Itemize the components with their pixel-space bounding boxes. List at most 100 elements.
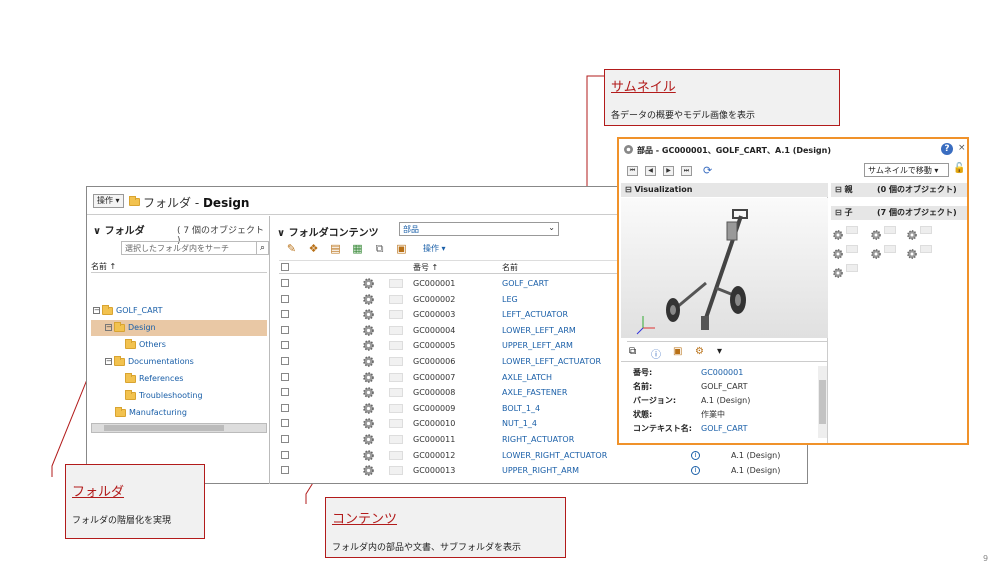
row-name-link[interactable]: LEG [502, 292, 518, 307]
previous-icon[interactable]: ◀ [645, 166, 656, 176]
row-checkbox[interactable] [281, 294, 289, 303]
row-checkbox[interactable] [281, 403, 289, 412]
horizontal-scrollbar[interactable] [91, 423, 267, 433]
row-checkbox[interactable] [281, 325, 289, 334]
part-thumbnail[interactable] [389, 450, 403, 460]
row-name-link[interactable]: GOLF_CART [502, 276, 548, 291]
row-name-link[interactable]: RIGHT_ACTUATOR [502, 432, 574, 447]
scrollbar-thumb[interactable] [104, 425, 224, 431]
info-icon[interactable]: ⓘ [651, 346, 661, 361]
row-name-link[interactable]: LOWER_RIGHT_ACTUATOR [502, 448, 607, 463]
row-name-link[interactable]: UPPER_LEFT_ARM [502, 338, 573, 353]
folder-search-input[interactable]: 選択したフォルダ内をサーチ [121, 241, 257, 255]
part-thumbnail[interactable] [389, 325, 403, 335]
part-thumbnail[interactable] [389, 294, 403, 304]
row-name-link[interactable]: LOWER_LEFT_ACTUATOR [502, 354, 601, 369]
row-name-link[interactable]: AXLE_LATCH [502, 370, 552, 385]
collapse-icon[interactable]: − [105, 324, 112, 331]
child-part-thumbnail[interactable] [884, 245, 896, 253]
operations-button[interactable]: 操作 ▾ [93, 194, 124, 208]
child-part-icon[interactable] [907, 225, 917, 240]
tree-item-others[interactable]: Others [125, 337, 166, 353]
child-part-icon[interactable] [871, 244, 881, 259]
part-thumbnail[interactable] [389, 279, 403, 288]
row-name-link[interactable]: LEFT_ACTUATOR [502, 307, 568, 322]
tree-item-documentations[interactable]: − Documentations [105, 354, 194, 370]
last-icon[interactable]: ⏭ [681, 166, 692, 176]
search-icon[interactable]: ⌕ [256, 241, 269, 255]
row-name-link[interactable]: UPPER_RIGHT_ARM [502, 463, 579, 478]
part-thumbnail[interactable] [389, 372, 403, 382]
info-icon[interactable]: i [691, 466, 700, 476]
dropdown-arrow-icon[interactable]: ▾ [717, 346, 722, 357]
copy-icon[interactable]: ⧉ [373, 242, 386, 255]
child-part-icon[interactable] [833, 225, 843, 240]
row-checkbox[interactable] [281, 435, 289, 443]
child-part-thumbnail[interactable] [884, 226, 896, 234]
row-checkbox[interactable] [281, 357, 289, 365]
vertical-scrollbar[interactable] [818, 366, 827, 438]
column-header-number[interactable]: 番号 ↑ [413, 262, 438, 273]
child-part-icon[interactable] [907, 244, 917, 259]
content-operations-menu[interactable]: 操作 ▾ [423, 243, 446, 254]
part-thumbnail[interactable] [389, 357, 403, 366]
column-header-name[interactable]: 名前 ↑ [91, 261, 267, 273]
settings-icon[interactable]: ⚙ [695, 346, 704, 357]
row-checkbox[interactable] [281, 419, 289, 428]
row-checkbox[interactable] [281, 466, 289, 475]
collapse-icon[interactable]: − [93, 307, 100, 314]
child-part-thumbnail[interactable] [920, 226, 932, 234]
type-filter-select[interactable]: 部品 ⌄ [399, 222, 559, 236]
unlock-icon[interactable]: 🔓 [953, 163, 965, 174]
tree-item-design[interactable]: − Design [105, 320, 156, 336]
content-pane-header[interactable]: ∨ フォルダコンテンツ [277, 224, 379, 239]
next-icon[interactable]: ▶ [663, 166, 674, 176]
help-icon[interactable]: ? [941, 143, 953, 155]
paste-icon[interactable]: ▣ [395, 242, 408, 255]
part-thumbnail[interactable] [389, 419, 403, 429]
child-part-icon[interactable] [833, 263, 843, 278]
export-icon[interactable]: ▦ [351, 242, 364, 255]
close-icon[interactable]: × [958, 143, 966, 153]
insert-icon[interactable]: ▤ [329, 242, 342, 255]
row-checkbox[interactable] [281, 372, 289, 381]
part-thumbnail[interactable] [389, 403, 403, 413]
child-part-thumbnail[interactable] [920, 245, 932, 253]
part-thumbnail[interactable] [389, 310, 403, 320]
copy-icon[interactable]: ⧉ [629, 346, 636, 357]
folder-pane-header[interactable]: ∨ フォルダ [93, 222, 145, 237]
row-name-link[interactable]: LOWER_LEFT_ARM [502, 323, 576, 338]
image-icon[interactable]: ▣ [673, 346, 682, 357]
refresh-icon[interactable]: ⟳ [703, 164, 712, 177]
tree-item-troubleshooting[interactable]: Troubleshooting [125, 388, 203, 404]
row-name-link[interactable]: BOLT_1_4 [502, 401, 540, 416]
row-checkbox[interactable] [281, 341, 289, 350]
new-document-icon[interactable]: ❖ [307, 242, 320, 255]
part-thumbnail[interactable] [389, 466, 403, 476]
column-header-name[interactable]: 名前 [502, 262, 518, 273]
info-icon[interactable]: i [691, 450, 700, 460]
child-part-icon[interactable] [871, 225, 881, 240]
child-part-thumbnail[interactable] [846, 226, 858, 234]
row-checkbox[interactable] [281, 279, 289, 287]
new-part-icon[interactable]: ✎ [285, 242, 298, 255]
child-part-thumbnail[interactable] [846, 245, 858, 253]
model-viewer[interactable] [621, 198, 828, 338]
collapse-icon[interactable]: − [105, 358, 112, 365]
row-checkbox[interactable] [281, 388, 289, 397]
first-icon[interactable]: ⏮ [627, 166, 638, 176]
part-thumbnail[interactable] [389, 435, 403, 444]
part-thumbnail[interactable] [389, 341, 403, 351]
tree-item-references[interactable]: References [125, 371, 183, 387]
table-row[interactable]: GC000012 LOWER_RIGHT_ACTUATOR i A.1 (Design… [279, 448, 807, 464]
thumbnail-navigate-select[interactable]: サムネイルで移動 ▾ [864, 163, 949, 177]
child-part-thumbnail[interactable] [846, 264, 858, 272]
parents-header[interactable]: ⊟ 親 (0 個のオブジェクト) [831, 183, 967, 197]
children-header[interactable]: ⊟ 子 (7 個のオブジェクト) [831, 206, 967, 220]
select-all-checkbox[interactable] [281, 263, 289, 271]
table-row[interactable]: GC000013 UPPER_RIGHT_ARM i A.1 (Design) [279, 463, 807, 479]
tree-item-manufacturing[interactable]: Manufacturing [115, 405, 187, 421]
scrollbar-thumb[interactable] [819, 380, 826, 424]
row-name-link[interactable]: NUT_1_4 [502, 416, 537, 431]
row-checkbox[interactable] [281, 450, 289, 459]
